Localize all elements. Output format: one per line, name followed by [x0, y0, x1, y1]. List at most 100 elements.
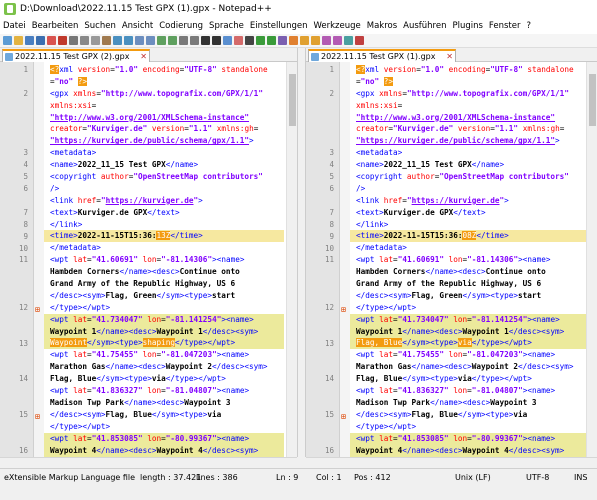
- new-file-icon[interactable]: [3, 36, 12, 45]
- status-col: Col : 1: [316, 473, 342, 482]
- horizontal-scrollbar-left[interactable]: [0, 457, 297, 468]
- line-number: 2: [329, 88, 334, 98]
- show-all-chars-icon[interactable]: [212, 36, 221, 45]
- menu-sprache[interactable]: Sprache: [206, 21, 247, 31]
- line-number: 13: [324, 338, 334, 348]
- line-number: 9: [329, 231, 334, 241]
- line-number: 15: [324, 410, 334, 420]
- tab-right-file[interactable]: 2022.11.15 Test GPX (1).gpx ✕: [308, 49, 456, 62]
- diff-time-right: 08Z: [462, 231, 477, 241]
- diff-type-right-12: via: [457, 338, 472, 348]
- diff-sym-left-12: Waypoint: [50, 338, 88, 348]
- view-splitter[interactable]: [297, 48, 306, 457]
- compare-last-icon[interactable]: [333, 36, 342, 45]
- line-number: 1: [329, 65, 334, 74]
- paste-icon[interactable]: [102, 36, 111, 45]
- code-area-right: <?xml version="1.0" encoding="UTF-8" sta…: [350, 64, 590, 457]
- diff-sym-right-12: Flag, Blue: [356, 338, 403, 348]
- line-number: 16: [18, 445, 28, 455]
- menu-bearbeiten[interactable]: Bearbeiten: [29, 21, 82, 31]
- menu-codierung[interactable]: Codierung: [156, 21, 206, 31]
- close-tab-icon[interactable]: ✕: [446, 51, 453, 62]
- line-number: 12: [18, 303, 28, 312]
- word-wrap-icon[interactable]: [201, 36, 210, 45]
- code-area-left: <?xml version="1.0" encoding="UTF-8" sta…: [44, 64, 284, 457]
- save-icon[interactable]: [25, 36, 34, 45]
- compare-first-icon[interactable]: [322, 36, 331, 45]
- compare-settings-icon[interactable]: [344, 36, 353, 45]
- line-number: 7: [329, 207, 334, 217]
- zoom-in-icon[interactable]: [157, 36, 166, 45]
- status-ln: Ln : 9: [276, 473, 299, 482]
- copy-icon[interactable]: [91, 36, 100, 45]
- sync-horizontal-icon[interactable]: [190, 36, 199, 45]
- print-icon[interactable]: [69, 36, 78, 45]
- cut-icon[interactable]: [80, 36, 89, 45]
- diff-time-left: 13Z: [156, 231, 171, 241]
- menu-fenster[interactable]: Fenster: [486, 21, 524, 31]
- stop-macro-icon[interactable]: [245, 36, 254, 45]
- line-number: 2: [23, 88, 28, 98]
- status-eol: Unix (LF): [455, 473, 491, 482]
- status-length: length : 37.421: [140, 473, 202, 482]
- sync-vertical-icon[interactable]: [179, 36, 188, 45]
- horizontal-scrollbar-right[interactable]: [306, 457, 597, 468]
- menu-einstellungen[interactable]: Einstellungen: [247, 21, 311, 31]
- scroll-thumb[interactable]: [289, 74, 296, 126]
- record-macro-icon[interactable]: [234, 36, 243, 45]
- line-number: 10: [18, 243, 28, 253]
- toolbar: [0, 34, 597, 48]
- menu-makros[interactable]: Makros: [364, 21, 400, 31]
- menu-help[interactable]: ?: [523, 21, 534, 31]
- close-tab-icon[interactable]: ✕: [140, 51, 147, 62]
- menu-ansicht[interactable]: Ansicht: [119, 21, 156, 31]
- diff-changed-icon: ⊞: [35, 305, 40, 314]
- indent-guide-icon[interactable]: [223, 36, 232, 45]
- save-all-icon[interactable]: [36, 36, 45, 45]
- menu-datei[interactable]: Datei: [0, 21, 29, 31]
- menu-suchen[interactable]: Suchen: [81, 21, 118, 31]
- play-macro-icon[interactable]: [256, 36, 265, 45]
- scroll-thumb[interactable]: [589, 74, 596, 126]
- file-icon: [5, 53, 13, 61]
- editor-left[interactable]: 1 2 3 4 5 6 7 8 9 10 11 12 13 14 15 16 ⊞…: [0, 62, 297, 457]
- redo-icon[interactable]: [124, 36, 133, 45]
- status-encoding: UTF-8: [526, 473, 550, 482]
- run-macro-icon[interactable]: [267, 36, 276, 45]
- line-number: 5: [329, 172, 334, 182]
- compare-clear-icon[interactable]: [355, 36, 364, 45]
- line-number: 7: [23, 207, 28, 217]
- save-macro-icon[interactable]: [278, 36, 287, 45]
- vertical-scrollbar-left[interactable]: [286, 62, 297, 457]
- line-number: 15: [18, 410, 28, 420]
- compare-prev-icon[interactable]: [300, 36, 309, 45]
- diff-changed-icon: ⊞: [341, 412, 346, 421]
- compare-icon[interactable]: [289, 36, 298, 45]
- diff-type-left-12: shaping: [142, 338, 175, 348]
- tab-left-file[interactable]: 2022.11.15 Test GPX (2).gpx ✕: [2, 49, 150, 62]
- replace-icon[interactable]: [146, 36, 155, 45]
- menu-bar: Datei Bearbeiten Suchen Ansicht Codierun…: [0, 18, 597, 34]
- window-title: D:\Download\2022.11.15 Test GPX (1).gpx …: [20, 4, 272, 14]
- line-number: 14: [324, 374, 334, 384]
- zoom-out-icon[interactable]: [168, 36, 177, 45]
- line-number: 4: [329, 160, 334, 170]
- compare-next-icon[interactable]: [311, 36, 320, 45]
- line-number: 5: [23, 172, 28, 182]
- vertical-scrollbar-right[interactable]: [586, 62, 597, 457]
- line-number: 14: [18, 374, 28, 384]
- line-number: 6: [329, 184, 334, 193]
- menu-werkzeuge[interactable]: Werkzeuge: [310, 21, 363, 31]
- line-number: 10: [324, 243, 334, 253]
- line-number: 6: [23, 184, 28, 193]
- close-file-icon[interactable]: [47, 36, 56, 45]
- notepad-window: D:\Download\2022.11.15 Test GPX (1).gpx …: [0, 0, 597, 500]
- open-file-icon[interactable]: [14, 36, 23, 45]
- editor-right[interactable]: 1 2 3 4 5 6 7 8 9 10 11 12 13 14 15 16 ⊞…: [306, 62, 597, 457]
- close-all-icon[interactable]: [58, 36, 67, 45]
- find-icon[interactable]: [135, 36, 144, 45]
- menu-ausfuehren[interactable]: Ausführen: [400, 21, 449, 31]
- menu-plugins[interactable]: Plugins: [449, 21, 485, 31]
- undo-icon[interactable]: [113, 36, 122, 45]
- fold-margin: [34, 62, 44, 457]
